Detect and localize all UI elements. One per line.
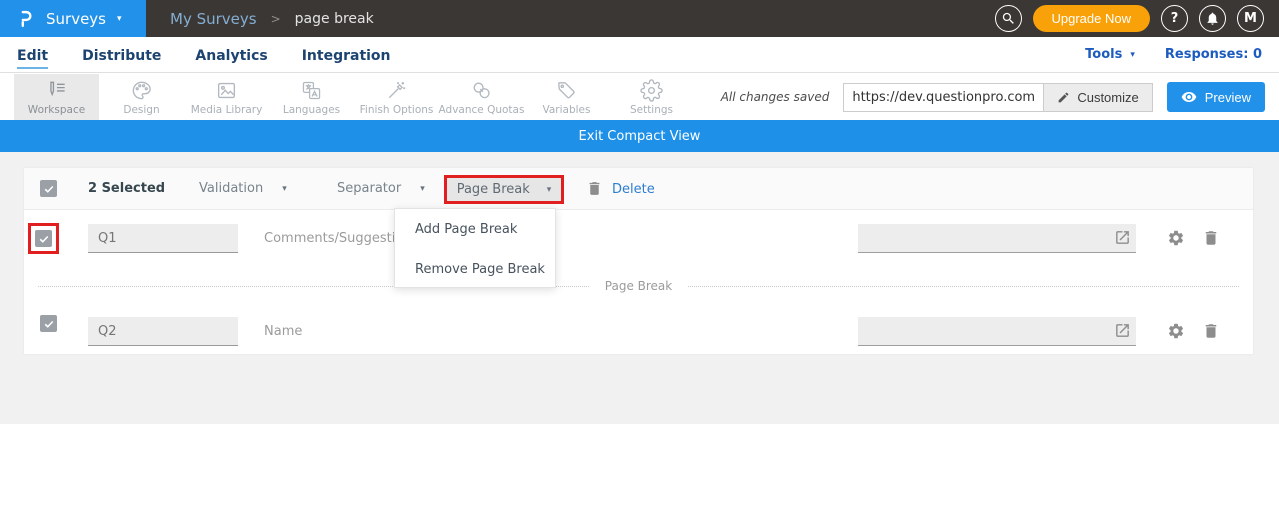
breadcrumb-separator: > bbox=[271, 12, 281, 26]
question-mark-icon: ? bbox=[1171, 11, 1179, 26]
survey-nav-row: Edit Distribute Analytics Integration To… bbox=[0, 37, 1279, 73]
page-break-divider: Page Break bbox=[38, 268, 1239, 304]
survey-url-input[interactable] bbox=[843, 83, 1044, 112]
delete-label[interactable]: Delete bbox=[612, 182, 655, 197]
search-button[interactable] bbox=[995, 5, 1022, 32]
user-avatar[interactable]: M bbox=[1237, 5, 1264, 32]
palette-icon bbox=[130, 79, 153, 102]
questionpro-logo-icon bbox=[15, 8, 37, 30]
bulk-selection-bar: 2 Selected Validation ▾ Separator ▾ Page… bbox=[24, 168, 1253, 210]
survey-nav-tabs: Edit Distribute Analytics Integration bbox=[17, 41, 391, 69]
eye-icon bbox=[1181, 89, 1197, 105]
chevron-down-icon: ▾ bbox=[282, 184, 287, 194]
breadcrumb-my-surveys[interactable]: My Surveys bbox=[170, 10, 257, 28]
save-status: All changes saved bbox=[721, 90, 830, 104]
toolbar-tab-variables[interactable]: Variables bbox=[524, 74, 609, 120]
q2-answer-field[interactable] bbox=[858, 317, 1136, 346]
tab-integration[interactable]: Integration bbox=[302, 41, 391, 69]
q1-checkbox-highlight bbox=[28, 223, 59, 254]
breadcrumb-survey-name: page break bbox=[295, 11, 374, 27]
toolbar-tab-design[interactable]: Design bbox=[99, 74, 184, 120]
q2-title: Name bbox=[264, 324, 302, 339]
trash-icon bbox=[586, 180, 603, 197]
product-label: Surveys bbox=[46, 10, 106, 28]
upgrade-now-button[interactable]: Upgrade Now bbox=[1033, 5, 1151, 32]
gear-icon bbox=[1167, 229, 1185, 247]
open-in-new-icon[interactable] bbox=[1114, 229, 1131, 250]
q2-settings-button[interactable] bbox=[1167, 322, 1185, 344]
tools-dropdown[interactable]: Tools ▾ bbox=[1085, 47, 1135, 62]
trash-icon bbox=[1202, 322, 1220, 340]
gear-icon bbox=[640, 79, 663, 102]
select-all-checkbox[interactable] bbox=[40, 180, 57, 197]
menu-item-add-page-break[interactable]: Add Page Break bbox=[395, 209, 555, 249]
question-row-q2: Name bbox=[24, 304, 1253, 354]
search-icon bbox=[1001, 11, 1016, 26]
bell-icon bbox=[1205, 11, 1220, 26]
q1-settings-button[interactable] bbox=[1167, 229, 1185, 251]
check-icon bbox=[38, 233, 50, 245]
wand-icon bbox=[385, 79, 408, 102]
open-in-new-icon[interactable] bbox=[1114, 322, 1131, 343]
toolbar-tab-settings[interactable]: Settings bbox=[609, 74, 694, 120]
chevron-down-icon: ▾ bbox=[547, 185, 552, 195]
page-break-divider-label: Page Break bbox=[605, 279, 672, 293]
validation-dropdown[interactable]: Validation ▾ bbox=[199, 181, 287, 196]
exit-compact-view-banner[interactable]: Exit Compact View bbox=[0, 120, 1279, 152]
chain-link-icon bbox=[470, 79, 493, 102]
preview-button[interactable]: Preview bbox=[1167, 82, 1265, 112]
top-bar: Surveys ▾ My Surveys > page break Upgrad… bbox=[0, 0, 1279, 37]
pencil-icon bbox=[1057, 91, 1070, 104]
q1-delete-button[interactable] bbox=[1202, 229, 1220, 251]
q1-checkbox[interactable] bbox=[35, 230, 52, 247]
chevron-down-icon: ▾ bbox=[117, 14, 122, 24]
toolbar-tab-media-library[interactable]: Media Library bbox=[184, 74, 269, 120]
workspace-toolbar: Workspace Design Media Library Languages… bbox=[0, 74, 1279, 120]
menu-item-remove-page-break[interactable]: Remove Page Break bbox=[395, 249, 555, 289]
toolbar-tab-finish-options[interactable]: Finish Options bbox=[354, 74, 439, 120]
tag-icon bbox=[555, 79, 578, 102]
chevron-down-icon: ▾ bbox=[1130, 50, 1135, 60]
topbar-actions: Upgrade Now ? M bbox=[995, 5, 1279, 32]
question-row-q1: Comments/Suggestions: bbox=[24, 210, 1253, 268]
tab-edit[interactable]: Edit bbox=[17, 41, 48, 69]
separator-dropdown[interactable]: Separator ▾ bbox=[337, 181, 425, 196]
toolbar-tab-advance-quotas[interactable]: Advance Quotas bbox=[439, 74, 524, 120]
trash-icon bbox=[1202, 229, 1220, 247]
q2-delete-button[interactable] bbox=[1202, 322, 1220, 344]
selected-count-label: 2 Selected bbox=[88, 181, 165, 196]
translate-icon bbox=[300, 79, 323, 102]
tab-distribute[interactable]: Distribute bbox=[82, 41, 161, 69]
page-break-dropdown[interactable]: Page Break ▾ bbox=[444, 175, 564, 204]
q2-code-input[interactable] bbox=[88, 317, 238, 346]
customize-button[interactable]: Customize bbox=[1044, 83, 1152, 112]
image-icon bbox=[215, 79, 238, 102]
q2-checkbox[interactable] bbox=[40, 315, 57, 332]
toolbar-tab-languages[interactable]: Languages bbox=[269, 74, 354, 120]
questions-card: 2 Selected Validation ▾ Separator ▾ Page… bbox=[24, 168, 1253, 354]
help-button[interactable]: ? bbox=[1161, 5, 1188, 32]
breadcrumb: My Surveys > page break bbox=[170, 10, 374, 28]
bulk-delete-button[interactable] bbox=[586, 180, 603, 201]
notifications-button[interactable] bbox=[1199, 5, 1226, 32]
responses-count[interactable]: Responses: 0 bbox=[1165, 47, 1262, 62]
chevron-down-icon: ▾ bbox=[420, 184, 425, 194]
check-icon bbox=[43, 183, 55, 195]
page-break-menu: Add Page Break Remove Page Break bbox=[394, 208, 556, 288]
workspace-icon bbox=[45, 79, 68, 102]
surveys-product-menu[interactable]: Surveys ▾ bbox=[0, 0, 146, 37]
q1-code-input[interactable] bbox=[88, 224, 238, 253]
toolbar-tab-workspace[interactable]: Workspace bbox=[14, 74, 99, 120]
check-icon bbox=[43, 318, 55, 330]
questionpro-survey-editor: Surveys ▾ My Surveys > page break Upgrad… bbox=[0, 0, 1279, 518]
gear-icon bbox=[1167, 322, 1185, 340]
tab-analytics[interactable]: Analytics bbox=[195, 41, 267, 69]
q1-answer-field[interactable] bbox=[858, 224, 1136, 253]
